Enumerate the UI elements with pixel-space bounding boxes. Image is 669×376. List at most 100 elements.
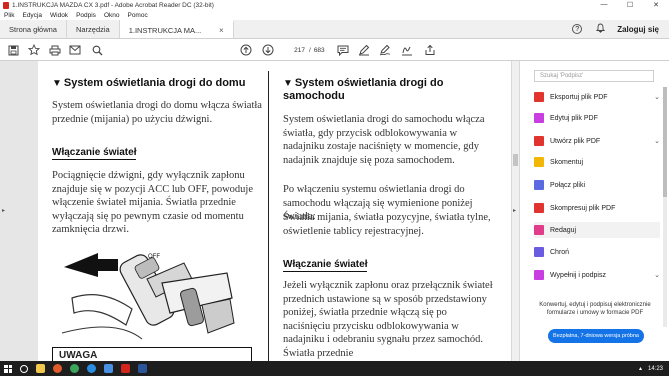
search-icon[interactable] [90,43,104,57]
bell-icon[interactable] [596,23,606,35]
save-icon[interactable] [6,43,20,57]
subheading: Włączanie świateł [52,147,137,160]
tool-label: Utwórz plik PDF [550,137,601,145]
chrome-icon[interactable] [70,364,79,373]
warning-box: UWAGA [52,347,252,361]
tab-document-label: 1.INSTRUKCJA MA... [128,25,202,35]
toolbar: 217 / 683 [0,39,669,61]
scrollbar-thumb[interactable] [663,87,667,197]
menu-sign[interactable]: Podpis [76,12,96,19]
combine-files-icon [534,180,544,190]
tool-combine-files[interactable]: Połącz pliki [534,177,660,193]
page-down-icon[interactable] [261,43,275,57]
heading-text: System oświetlania drogi do samochodu [283,77,444,102]
page-up-icon[interactable] [239,43,253,57]
compress-pdf-icon [534,203,544,213]
column-divider [268,71,269,361]
section-heading-car: ▼ System oświetlania drogi do samochodu [283,77,444,102]
clock[interactable]: 14:23 [648,366,663,372]
pdf-page: ▼ System oświetlania drogi do domu System… [38,61,511,361]
tool-export-pdf[interactable]: Eksportuj plik PDF ⌄ [534,89,660,105]
system-tray: ▴ 14:23 [633,365,669,373]
help-icon[interactable]: ? [572,24,583,34]
document-viewport[interactable]: ▼ System oświetlania drogi do domu System… [8,61,511,361]
print-icon[interactable] [48,43,62,57]
menu-bar: Plik Edycja Widok Podpis Okno Pomoc [0,10,669,20]
tool-label: Połącz pliki [550,181,586,189]
document-scrollbar[interactable]: ▸ [511,61,519,361]
tab-tools[interactable]: Narzędzia [67,20,120,38]
close-window-button[interactable]: ✕ [643,1,669,9]
menu-window[interactable]: Okno [104,12,120,19]
login-link[interactable]: Zaloguj się [617,25,659,34]
tools-side-panel: Szukaj 'Podpisz' Eksportuj plik PDF ⌄ Ed… [519,61,669,361]
redact-icon [534,225,544,235]
menu-view[interactable]: Widok [50,12,68,19]
tool-label: Eksportuj plik PDF [550,93,608,101]
close-tab-icon[interactable]: × [219,26,224,35]
tab-home[interactable]: Strona główna [0,20,67,38]
tool-protect[interactable]: Chroń [534,244,660,260]
tool-compress-pdf[interactable]: Skompresuj plik PDF [534,200,660,216]
tab-document[interactable]: 1.INSTRUKCJA MA... × [119,20,234,38]
paragraph: System oświetlania drogi do domu włącza … [52,100,262,125]
acrobat-taskbar-icon[interactable] [121,364,130,373]
collapse-right-panel-icon[interactable]: ▸ [513,207,516,214]
scrollbar-thumb[interactable] [513,154,518,166]
page-number-input[interactable]: 217 [285,47,305,54]
title-bar: 1.INSTRUKCJA MAZDA CX 3.pdf - Adobe Acro… [0,0,669,10]
expand-left-icon[interactable]: ▸ [2,207,5,214]
paragraph: Pociągnięcie dźwigni, gdy wyłącznik zapł… [52,170,253,235]
heading-text: System oświetlania drogi do domu [63,77,246,89]
comment-tool-icon [534,157,544,167]
create-pdf-icon [534,136,544,146]
windows-taskbar: ▴ 14:23 [0,361,669,376]
word-icon[interactable] [138,364,147,373]
fill-sign-icon [534,270,544,280]
tool-search-input[interactable]: Szukaj 'Podpisz' [534,70,654,82]
tab-bar: Strona główna Narzędzia 1.INSTRUKCJA MA.… [0,20,669,39]
start-icon[interactable] [4,364,12,373]
tool-redact[interactable]: Redaguj [534,222,660,238]
edge-icon[interactable] [87,364,96,373]
browser-icon[interactable] [53,364,62,373]
shield-icon [534,247,544,257]
sign-icon[interactable] [400,43,414,57]
highlight-pen-icon[interactable] [357,43,371,57]
network-icon[interactable]: ▴ [639,365,642,372]
mail-icon[interactable] [104,364,113,373]
chevron-down-icon[interactable]: ⌄ [654,271,660,279]
draw-icon[interactable] [378,43,392,57]
chevron-down-icon[interactable]: ⌄ [654,137,660,145]
promo-text: Konwertuj, edytuj i podpisuj elektronicz… [539,302,651,316]
free-trial-button[interactable]: Bezpłatna, 7-dniowa wersja próbna [548,329,644,343]
file-explorer-icon[interactable] [36,364,45,373]
tool-fill-sign[interactable]: Wypełnij i podpisz ⌄ [534,267,660,283]
window-title: 1.INSTRUKCJA MAZDA CX 3.pdf - Adobe Acro… [12,1,214,9]
menu-file[interactable]: Plik [4,12,14,19]
off-label: OFF [148,254,160,260]
export-pdf-icon [534,92,544,102]
search-taskbar-icon[interactable] [20,364,28,373]
share-icon[interactable] [423,43,437,57]
paragraph: Światła mijania, światła pozycyjne, świa… [283,212,491,237]
side-panel-scrollbar[interactable] [663,87,667,327]
section-heading-home: ▼ System oświetlania drogi do domu [52,77,246,89]
minimize-button[interactable]: — [591,1,617,9]
tool-create-pdf[interactable]: Utwórz plik PDF ⌄ [534,133,660,149]
email-icon[interactable] [68,43,82,57]
edit-pdf-icon [534,113,544,123]
chevron-down-icon[interactable]: ⌄ [654,93,660,101]
star-icon[interactable] [27,43,41,57]
tool-edit-pdf[interactable]: Edytuj plik PDF [534,110,660,126]
maximize-button[interactable]: ☐ [617,1,643,9]
left-panel-toggle[interactable]: ▸ [0,61,8,361]
tool-comment[interactable]: Skomentuj [534,154,660,170]
comment-icon[interactable] [336,43,350,57]
menu-edit[interactable]: Edycja [22,12,42,19]
subheading: Włączanie świateł [283,259,368,272]
menu-help[interactable]: Pomoc [127,12,147,19]
tool-label: Chroń [550,248,570,256]
lever-illustration: OFF [61,253,235,340]
tool-label: Edytuj plik PDF [550,114,598,122]
